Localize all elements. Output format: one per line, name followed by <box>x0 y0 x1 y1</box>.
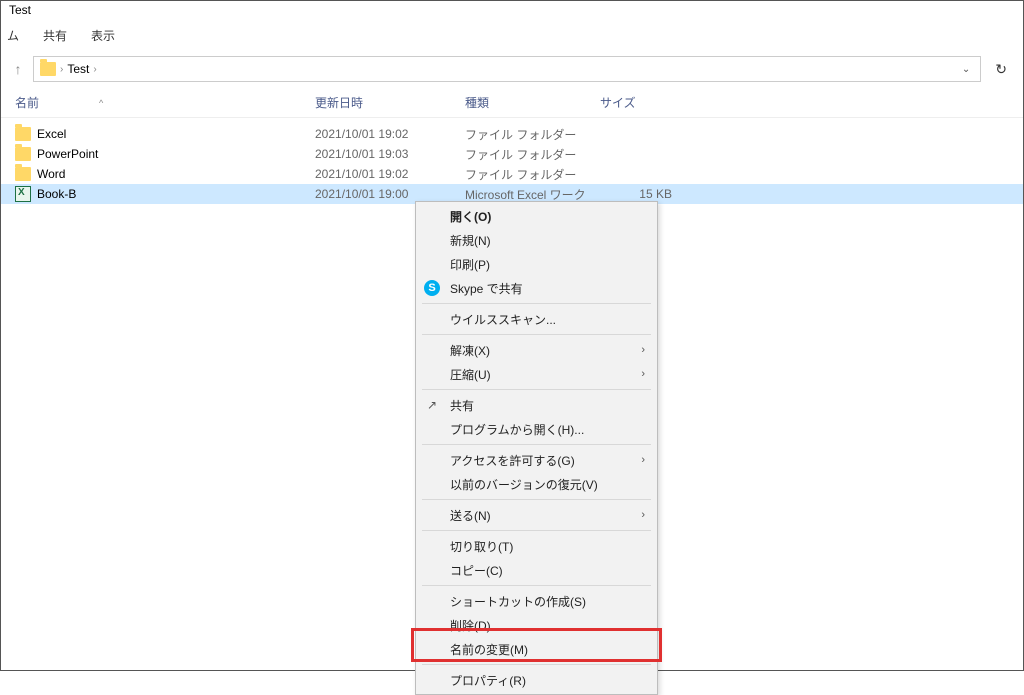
context-menu-label: プログラムから開く(H)... <box>450 421 584 438</box>
context-menu-label: 共有 <box>450 397 474 414</box>
column-header-size[interactable]: サイズ <box>600 94 680 111</box>
file-row[interactable]: PowerPoint 2021/10/01 19:03ファイル フォルダー <box>1 144 1023 164</box>
address-dropdown-icon[interactable]: ⌄ <box>958 64 974 75</box>
context-menu-item[interactable]: ショートカットの作成(S) <box>416 589 657 613</box>
context-menu-label: 新規(N) <box>450 232 491 249</box>
up-arrow-icon[interactable]: ↑ <box>11 61 25 77</box>
context-menu-separator <box>422 444 651 445</box>
context-menu-item[interactable]: プロパティ(R) <box>416 668 657 692</box>
context-menu-label: ウイルススキャン... <box>450 311 556 328</box>
context-menu-separator <box>422 389 651 390</box>
context-menu-label: 削除(D) <box>450 617 491 634</box>
context-menu-item[interactable]: ウイルススキャン... <box>416 307 657 331</box>
context-menu-label: 以前のバージョンの復元(V) <box>450 476 598 493</box>
context-menu-separator <box>422 530 651 531</box>
folder-icon <box>15 167 31 181</box>
context-menu-label: 圧縮(U) <box>450 366 491 383</box>
breadcrumb-row: ↑ › Test › ⌄ ↻ <box>1 50 1023 88</box>
context-menu-separator <box>422 585 651 586</box>
chevron-right-icon: › <box>641 368 645 380</box>
context-menu-item[interactable]: 圧縮(U) › <box>416 362 657 386</box>
column-header-name[interactable]: 名前 ^ <box>15 94 315 111</box>
ribbon-tabs: ム 共有 表示 <box>1 21 1023 50</box>
context-menu-label: 送る(N) <box>450 507 491 524</box>
context-menu-separator <box>422 334 651 335</box>
column-header-date[interactable]: 更新日時 <box>315 94 465 111</box>
folder-icon <box>15 147 31 161</box>
folder-icon <box>15 127 31 141</box>
context-menu-item[interactable]: プログラムから開く(H)... <box>416 417 657 441</box>
column-name-label: 名前 <box>15 94 39 111</box>
context-menu-item[interactable]: 印刷(P) <box>416 252 657 276</box>
context-menu-item[interactable]: アクセスを許可する(G) › <box>416 448 657 472</box>
file-date: 2021/10/01 19:03 <box>315 147 465 161</box>
file-type: ファイル フォルダー <box>465 146 600 163</box>
context-menu-item[interactable]: 削除(D) <box>416 613 657 637</box>
refresh-icon[interactable]: ↻ <box>989 61 1013 78</box>
context-menu-label: コピー(C) <box>450 562 503 579</box>
file-row[interactable]: Word 2021/10/01 19:02ファイル フォルダー <box>1 164 1023 184</box>
context-menu-item[interactable]: 名前の変更(M) <box>416 637 657 661</box>
file-row[interactable]: Excel 2021/10/01 19:02ファイル フォルダー <box>1 124 1023 144</box>
ribbon-tab-share[interactable]: 共有 <box>43 27 67 44</box>
context-menu-separator <box>422 499 651 500</box>
ribbon-tab-home[interactable]: ム <box>7 27 19 44</box>
file-type: Microsoft Excel ワーク <box>465 186 600 203</box>
sort-caret-icon: ^ <box>99 98 103 108</box>
context-menu-item[interactable]: コピー(C) <box>416 558 657 582</box>
address-bar[interactable]: › Test › ⌄ <box>33 56 981 82</box>
context-menu-item[interactable]: ↗ 共有 <box>416 393 657 417</box>
file-name: Word <box>37 167 65 181</box>
context-menu-label: Skype で共有 <box>450 280 523 297</box>
ribbon-tab-view[interactable]: 表示 <box>91 27 115 44</box>
context-menu-label: 名前の変更(M) <box>450 641 528 658</box>
file-date: 2021/10/01 19:00 <box>315 187 465 201</box>
file-type: ファイル フォルダー <box>465 126 600 143</box>
context-menu-label: ショートカットの作成(S) <box>450 593 586 610</box>
file-name: Excel <box>37 127 66 141</box>
context-menu-label: プロパティ(R) <box>450 672 526 689</box>
skype-icon: S <box>424 280 440 296</box>
column-header-type[interactable]: 種類 <box>465 94 600 111</box>
context-menu-label: 印刷(P) <box>450 256 490 273</box>
file-name: PowerPoint <box>37 147 98 161</box>
chevron-right-icon: › <box>60 64 63 75</box>
excel-icon <box>15 186 31 202</box>
context-menu: 開く(O) 新規(N) 印刷(P) S Skype で共有ウイルススキャン... 解凍(X… <box>415 201 658 695</box>
context-menu-label: 開く(O) <box>450 208 491 225</box>
chevron-right-icon: › <box>641 509 645 521</box>
file-list: Excel2021/10/01 19:02ファイル フォルダーPowerPoin… <box>1 118 1023 204</box>
chevron-right-icon: › <box>641 454 645 466</box>
context-menu-item[interactable]: 解凍(X) › <box>416 338 657 362</box>
context-menu-separator <box>422 664 651 665</box>
columns-header: 名前 ^ 更新日時 種類 サイズ <box>1 88 1023 118</box>
context-menu-separator <box>422 303 651 304</box>
folder-icon <box>40 62 56 76</box>
context-menu-item[interactable]: 新規(N) <box>416 228 657 252</box>
chevron-right-icon: › <box>641 344 645 356</box>
context-menu-item[interactable]: 以前のバージョンの復元(V) <box>416 472 657 496</box>
context-menu-label: 解凍(X) <box>450 342 490 359</box>
file-date: 2021/10/01 19:02 <box>315 167 465 181</box>
context-menu-label: 切り取り(T) <box>450 538 513 555</box>
context-menu-label: アクセスを許可する(G) <box>450 452 575 469</box>
file-type: ファイル フォルダー <box>465 166 600 183</box>
context-menu-item[interactable]: 切り取り(T) <box>416 534 657 558</box>
context-menu-item[interactable]: 開く(O) <box>416 204 657 228</box>
file-name: Book-B <box>37 187 76 201</box>
chevron-right-icon: › <box>93 64 96 75</box>
context-menu-item[interactable]: 送る(N) › <box>416 503 657 527</box>
breadcrumb-segment[interactable]: Test <box>67 62 89 76</box>
file-size: 15 KB <box>600 187 680 201</box>
share-icon: ↗ <box>424 397 440 413</box>
context-menu-item[interactable]: S Skype で共有 <box>416 276 657 300</box>
window-title: Test <box>1 1 1023 21</box>
file-date: 2021/10/01 19:02 <box>315 127 465 141</box>
